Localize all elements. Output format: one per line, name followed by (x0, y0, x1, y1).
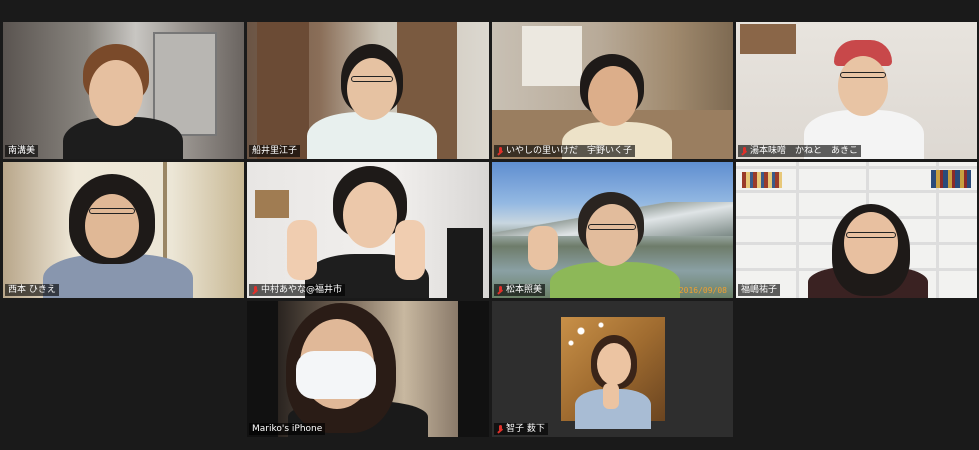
video-tile-3[interactable]: いやしの里いけだ 宇野いく子 (492, 22, 733, 159)
video-tile-9[interactable]: Mariko's iPhone (247, 301, 489, 437)
participant-name-label: 南溝美 (5, 145, 39, 157)
video-feed (247, 162, 489, 298)
muted-mic-icon (497, 424, 504, 434)
face-mask (296, 351, 376, 399)
participant-name-label: 船井里江子 (249, 145, 301, 157)
participant-name-label: 智子 薮下 (494, 423, 548, 435)
video-feed (492, 22, 733, 159)
video-tile-2-active-speaker[interactable]: 船井里江子 (247, 22, 489, 159)
muted-mic-icon (497, 285, 504, 295)
video-feed (736, 22, 977, 159)
video-tile-4[interactable]: 湯本味噌 かねと あきこ (736, 22, 977, 159)
video-feed (278, 301, 458, 437)
participant-name-label: 西本 ひきえ (5, 284, 59, 296)
video-tile-8[interactable]: 福嶋祐子 (736, 162, 977, 298)
participant-name-label: Mariko's iPhone (249, 423, 326, 435)
peace-sign-hand (603, 383, 619, 409)
video-feed (3, 162, 244, 298)
video-tile-7[interactable]: 松本照美 2016/09/08 (492, 162, 733, 298)
video-tile-5[interactable]: 西本 ひきえ (3, 162, 244, 298)
video-feed (247, 22, 489, 159)
video-tile-10[interactable]: 智子 薮下 (492, 301, 733, 437)
participant-name-label: いやしの里いけだ 宇野いく子 (494, 145, 636, 157)
video-tile-6[interactable]: 中村あやな@福井市 (247, 162, 489, 298)
video-tile-1[interactable]: 南溝美 (3, 22, 244, 159)
peace-sign-hand-left (287, 220, 317, 280)
video-feed (492, 162, 733, 298)
participant-name-label: 福嶋祐子 (738, 284, 781, 296)
muted-mic-icon (252, 285, 259, 295)
video-feed (736, 162, 977, 298)
participant-name-label: 湯本味噌 かねと あきこ (738, 145, 862, 157)
peace-sign-hand-right (395, 220, 425, 280)
participant-name-label: 松本照美 (494, 284, 546, 296)
muted-mic-icon (497, 146, 504, 156)
photo-date-stamp: 2016/09/08 (678, 286, 727, 295)
video-feed (3, 22, 244, 159)
participant-name-label: 中村あやな@福井市 (249, 284, 346, 296)
profile-photo (561, 317, 665, 429)
waving-hand (528, 226, 558, 270)
muted-mic-icon (741, 146, 748, 156)
